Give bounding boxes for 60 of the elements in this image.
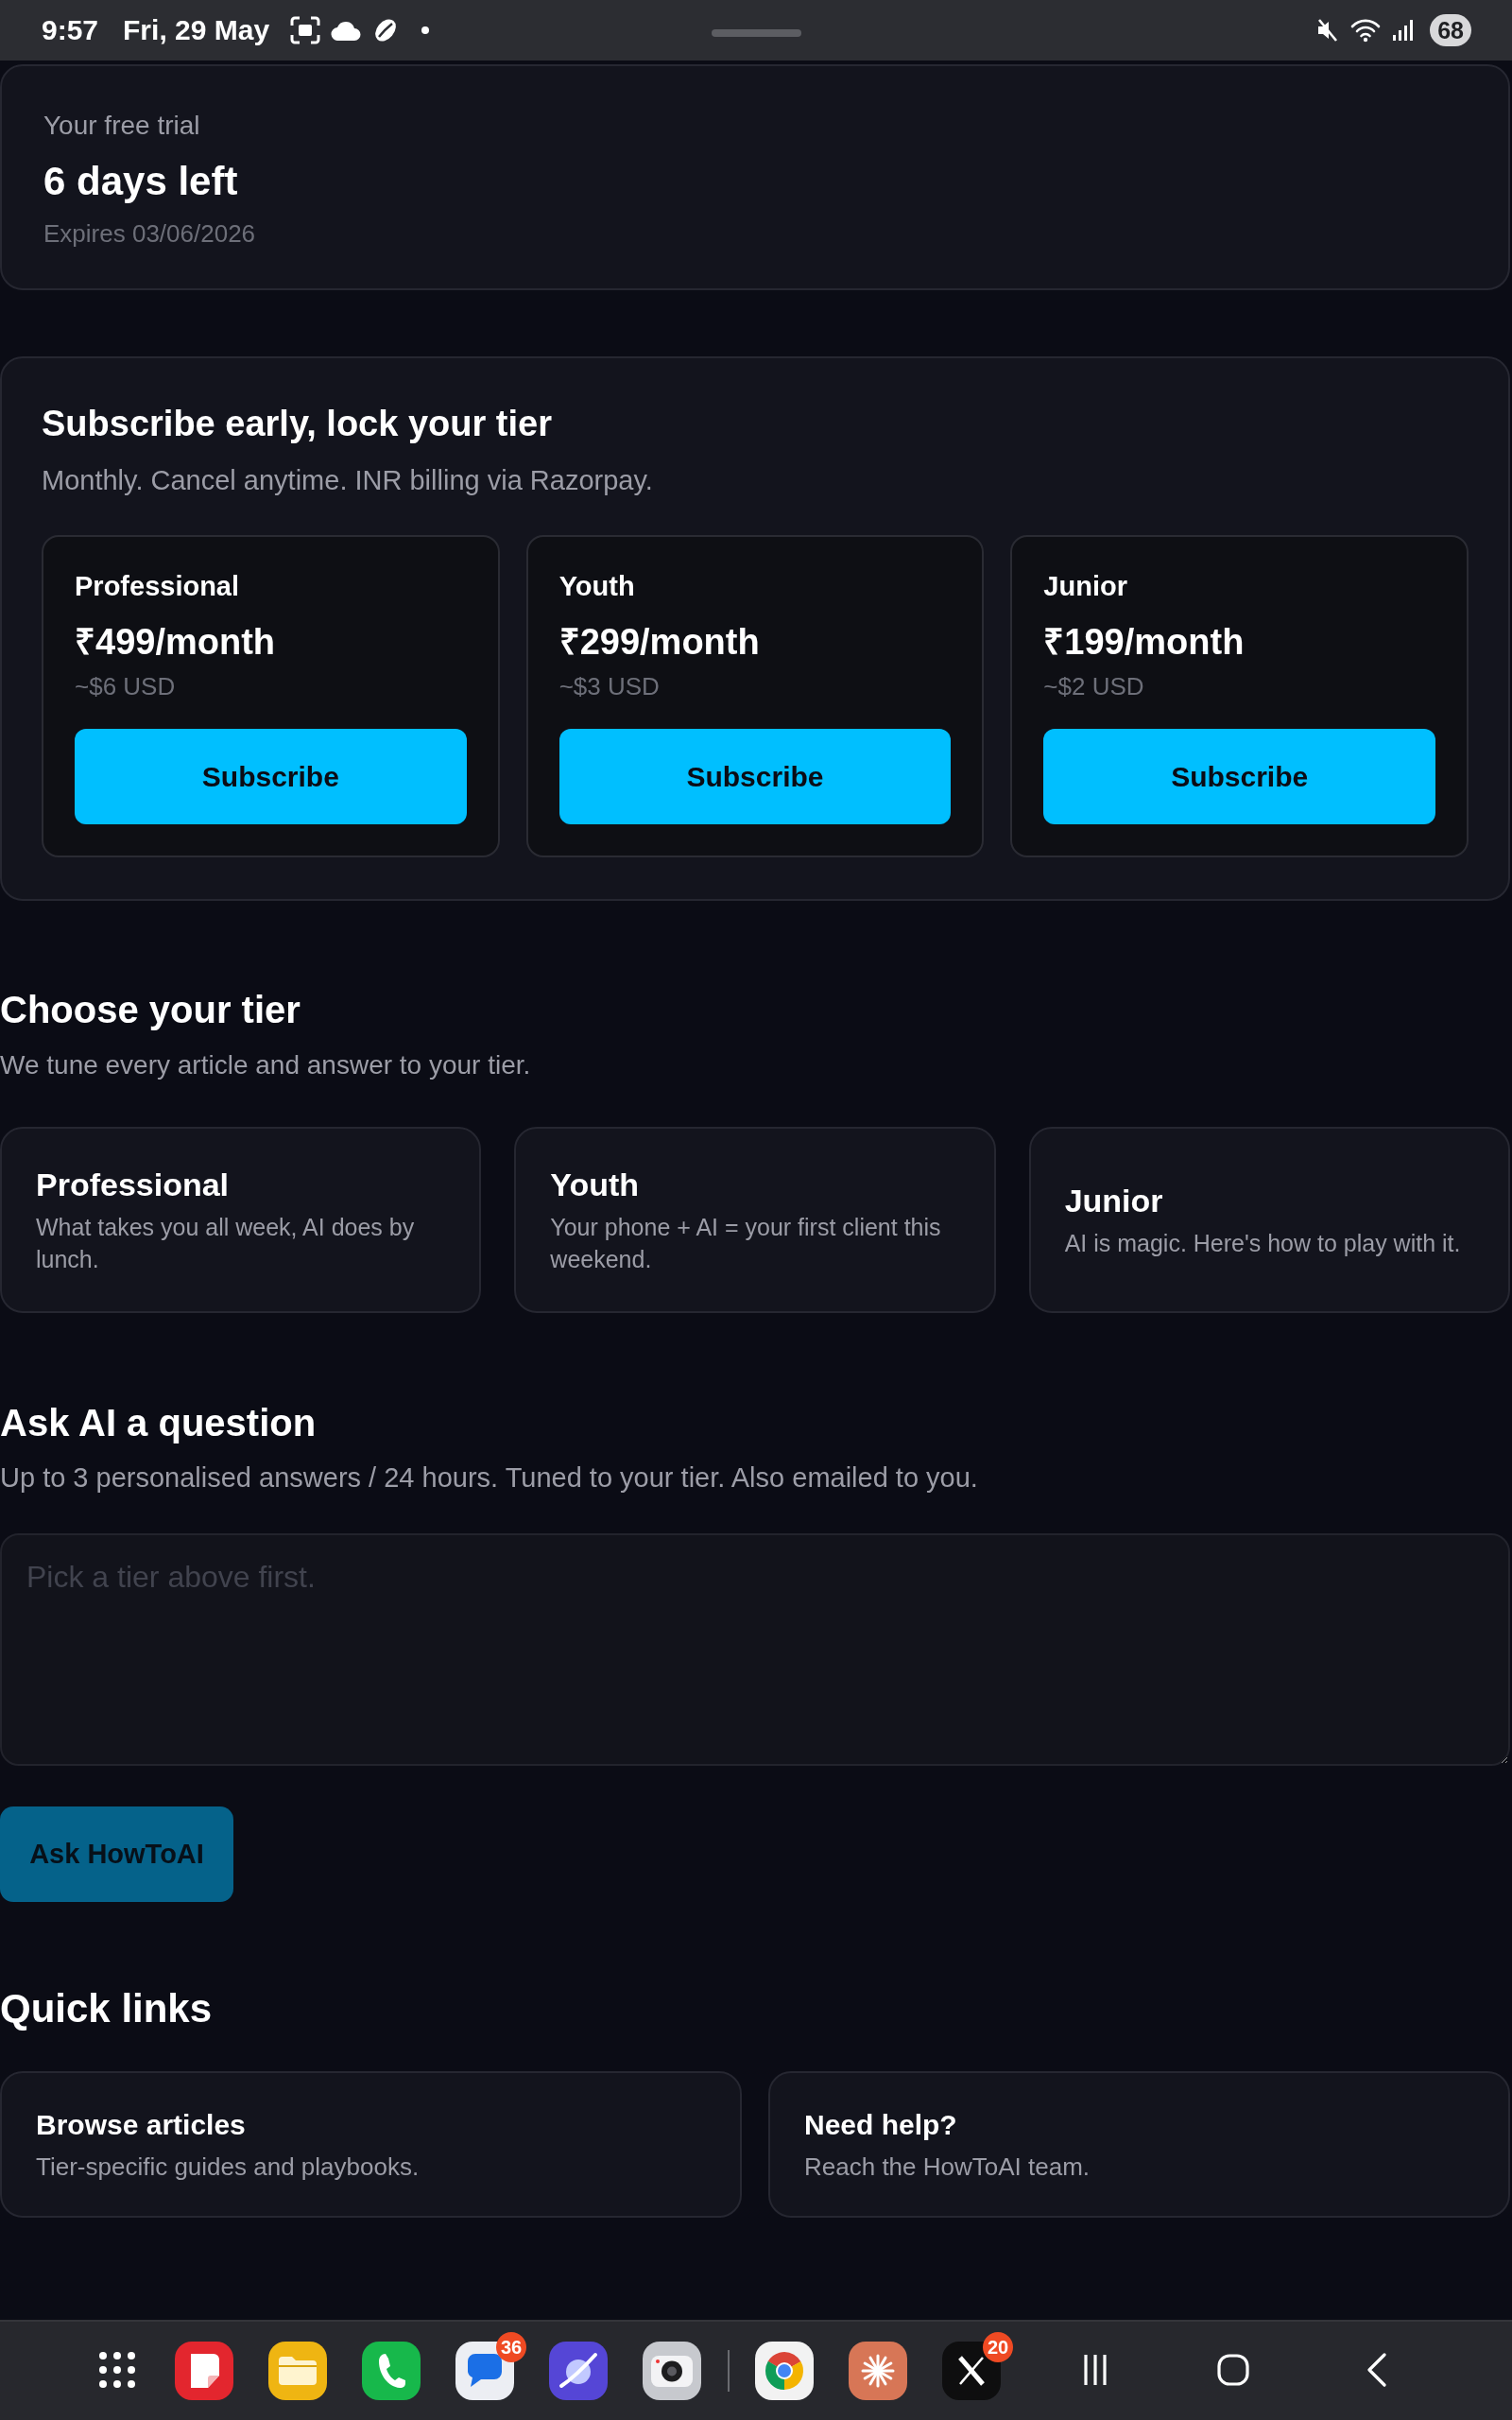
tier-card[interactable]: Junior AI is magic. Here's how to play with it.	[1028, 1127, 1510, 1313]
section-title: Quick links	[0, 1985, 214, 2032]
planet-app-icon[interactable]	[549, 2342, 608, 2400]
link-card[interactable]: Need help? Reach the HowToAI team.	[768, 2071, 1510, 2218]
tier-name: Junior	[1064, 1181, 1164, 1219]
plan-usd-price: ~$6 USD	[75, 671, 177, 701]
wifi-icon	[1350, 18, 1382, 43]
ring-app-icon[interactable]	[755, 2342, 814, 2400]
section-title: Subscribe early, lock your tier	[42, 403, 553, 445]
folder-app-icon[interactable]	[268, 2342, 327, 2400]
notebook-app-icon[interactable]	[175, 2342, 233, 2400]
status-date: Fri, 29 May	[123, 13, 270, 47]
tier-card[interactable]: Youth Your phone + AI = your first client this weekend.	[514, 1127, 996, 1313]
link-title: Need help?	[804, 2107, 958, 2142]
drag-handle[interactable]	[712, 29, 801, 37]
back-icon[interactable]	[1366, 2352, 1387, 2387]
tier-name: Youth	[550, 1165, 641, 1203]
plan-usd-price: ~$2 USD	[1043, 671, 1145, 701]
recent-apps-icon[interactable]	[1083, 2353, 1108, 2386]
days-left: 6 days left	[43, 158, 239, 205]
battery-level: 68	[1430, 14, 1471, 46]
subscribe-button[interactable]: Subscribe	[558, 729, 952, 824]
tier-name: Professional	[36, 1165, 231, 1203]
plan-price: ₹299/month	[558, 621, 761, 664]
link-description: Reach the HowToAI team.	[804, 2151, 1091, 2182]
link-description: Tier-specific guides and playbooks.	[36, 2151, 421, 2182]
tier-description: AI is magic. Here's how to play with it.	[1064, 1228, 1462, 1258]
subscribe-button[interactable]: Subscribe	[75, 729, 467, 824]
plan-price: ₹199/month	[1043, 621, 1246, 664]
link-title: Browse articles	[36, 2107, 247, 2142]
trial-label: Your free trial	[43, 110, 201, 142]
app-grid-icon[interactable]	[98, 2350, 136, 2389]
camera-app-icon[interactable]	[643, 2342, 701, 2400]
phone-app-icon[interactable]	[362, 2342, 421, 2400]
tier-description: What takes you all week, AI does by lunch.	[36, 1212, 416, 1274]
tier-card[interactable]: Professional What takes you all week, AI does by lunch.	[0, 1127, 482, 1313]
subscribe-button[interactable]: Subscribe	[1043, 729, 1435, 824]
expiry-date: Expires 03/06/2026	[43, 218, 257, 249]
link-card[interactable]: Browse articles Tier-specific guides and playbooks.	[0, 2071, 742, 2218]
cloud-icon	[330, 20, 363, 41]
plan-name: Professional	[75, 570, 241, 603]
section-title: Ask AI a question	[0, 1401, 318, 1445]
plan-price: ₹499/month	[75, 621, 277, 664]
sunburst-app-icon[interactable]	[849, 2342, 907, 2400]
home-icon[interactable]	[1217, 2353, 1249, 2386]
dot-icon	[421, 26, 431, 35]
section-subtitle: Monthly. Cancel anytime. INR billing via Razorpay.	[42, 464, 654, 497]
section-title: Choose your tier	[0, 988, 301, 1032]
notification-badge: 36	[496, 2332, 526, 2362]
plan-usd-price: ~$3 USD	[558, 671, 661, 701]
section-subtitle: Up to 3 personalised answers / 24 hours. Tuned to your tier. Also emailed to you.	[0, 1461, 979, 1495]
screenshot-icon	[290, 16, 321, 44]
plan-name: Junior	[1043, 570, 1128, 603]
mute-icon	[1316, 18, 1340, 43]
tier-description: Your phone + AI = your first client this weekend.	[550, 1212, 942, 1274]
section-subtitle: We tune every article and answer to your tier.	[0, 1049, 532, 1081]
status-time: 9:57	[42, 13, 99, 47]
plan-name: Youth	[558, 570, 636, 603]
signal-icon	[1392, 19, 1416, 42]
notification-badge: 20	[983, 2332, 1013, 2362]
